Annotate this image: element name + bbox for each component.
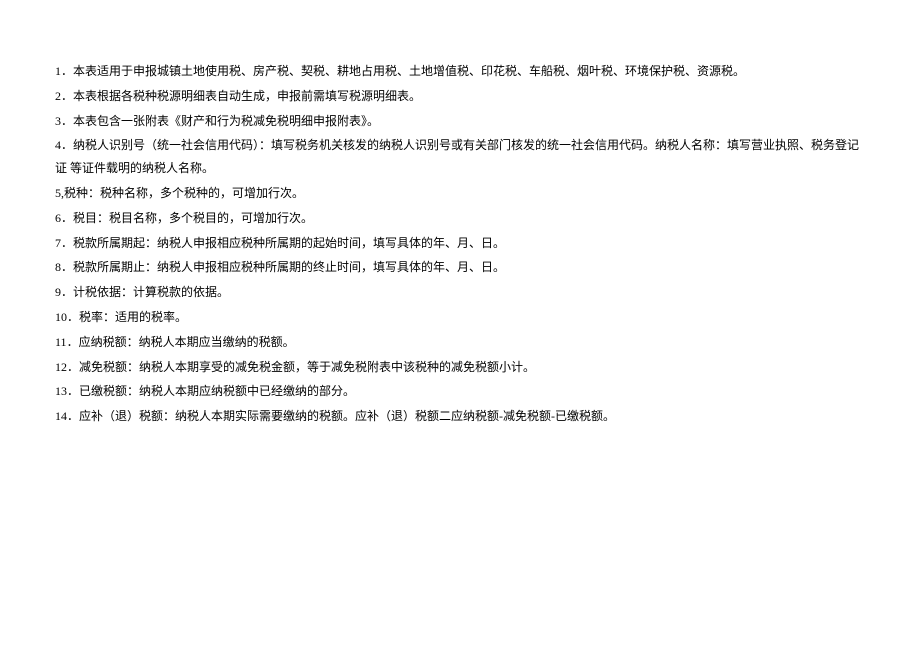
item-number: 11 (55, 335, 67, 349)
item-text: ．计税依据：计算税款的依据。 (61, 285, 229, 299)
item-text: ．税款所属期止：纳税人申报相应税种所属期的终止时间，填写具体的年、月、日。 (61, 260, 505, 274)
item-text: 税种：税种名称，多个税种的，可增加行次。 (64, 186, 304, 200)
item-number: 13 (55, 384, 67, 398)
item-text: ．税率：适用的税率。 (67, 310, 187, 324)
instruction-list: 1．本表适用于申报城镇土地使用税、房产税、契税、耕地占用税、土地增值税、印花税、… (55, 60, 865, 428)
item-number: 5, (55, 186, 64, 200)
item-text: ．本表包含一张附表《财产和行为税减免税明细申报附表》。 (61, 114, 379, 128)
item-number: 12 (55, 360, 67, 374)
item-text: ．应补（退）税额：纳税人本期实际需要缴纳的税额。应补（退）税额二应纳税额-减免税… (67, 409, 615, 423)
list-item: 6．税目：税目名称，多个税目的，可增加行次。 (55, 207, 865, 230)
list-item: 1．本表适用于申报城镇土地使用税、房产税、契税、耕地占用税、土地增值税、印花税、… (55, 60, 865, 83)
list-item: 11．应纳税额：纳税人本期应当缴纳的税额。 (55, 331, 865, 354)
item-text: ．纳税人识别号（统一社会信用代码）：填写税务机关核发的纳税人识别号或有关部门核发… (55, 138, 859, 175)
item-number: 14 (55, 409, 67, 423)
item-text: ．税目：税目名称，多个税目的，可增加行次。 (61, 211, 313, 225)
list-item: 14．应补（退）税额：纳税人本期实际需要缴纳的税额。应补（退）税额二应纳税额-减… (55, 405, 865, 428)
item-text: ．应纳税额：纳税人本期应当缴纳的税额。 (67, 335, 295, 349)
item-text: ．已缴税额：纳税人本期应纳税额中已经缴纳的部分。 (67, 384, 355, 398)
item-number: 10 (55, 310, 67, 324)
item-text: ．本表根据各税种税源明细表自动生成，申报前需填写税源明细表。 (61, 89, 421, 103)
list-item: 3．本表包含一张附表《财产和行为税减免税明细申报附表》。 (55, 110, 865, 133)
list-item: 2．本表根据各税种税源明细表自动生成，申报前需填写税源明细表。 (55, 85, 865, 108)
list-item: 5,税种：税种名称，多个税种的，可增加行次。 (55, 182, 865, 205)
list-item: 7．税款所属期起：纳税人申报相应税种所属期的起始时间，填写具体的年、月、日。 (55, 232, 865, 255)
list-item: 9．计税依据：计算税款的依据。 (55, 281, 865, 304)
list-item: 12．减免税额：纳税人本期享受的减免税金额，等于减免税附表中该税种的减免税额小计… (55, 356, 865, 379)
list-item: 8．税款所属期止：纳税人申报相应税种所属期的终止时间，填写具体的年、月、日。 (55, 256, 865, 279)
item-text: ．本表适用于申报城镇土地使用税、房产税、契税、耕地占用税、土地增值税、印花税、车… (61, 64, 745, 78)
list-item: 4．纳税人识别号（统一社会信用代码）：填写税务机关核发的纳税人识别号或有关部门核… (55, 134, 865, 180)
list-item: 10．税率：适用的税率。 (55, 306, 865, 329)
list-item: 13．已缴税额：纳税人本期应纳税额中已经缴纳的部分。 (55, 380, 865, 403)
item-text: ．减免税额：纳税人本期享受的减免税金额，等于减免税附表中该税种的减免税额小计。 (67, 360, 535, 374)
item-text: ．税款所属期起：纳税人申报相应税种所属期的起始时间，填写具体的年、月、日。 (61, 236, 505, 250)
